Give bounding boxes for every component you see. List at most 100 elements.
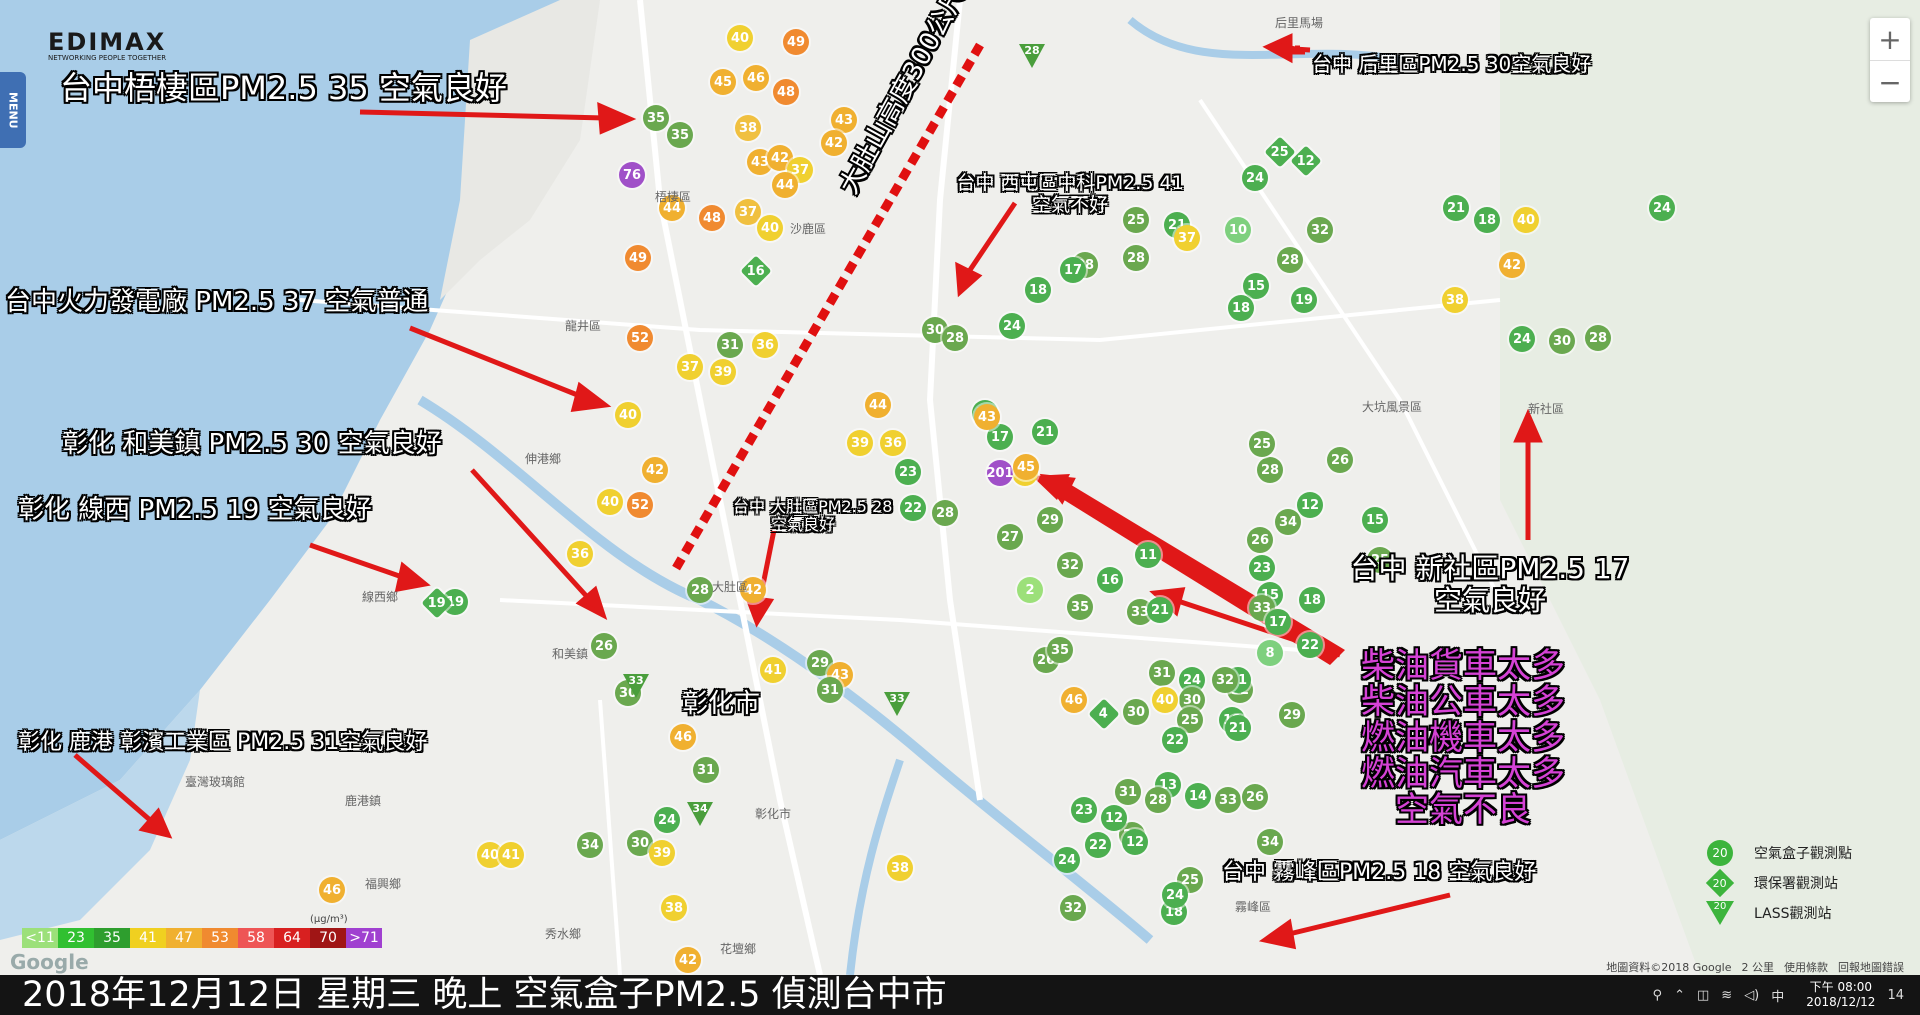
airbox-marker[interactable]: 27 bbox=[997, 524, 1023, 550]
airbox-marker[interactable]: 28 bbox=[1123, 245, 1149, 271]
airbox-marker[interactable]: 24 bbox=[999, 313, 1025, 339]
airbox-marker[interactable]: 24 bbox=[1509, 326, 1535, 352]
airbox-marker[interactable]: 30 bbox=[1549, 328, 1575, 354]
airbox-marker[interactable]: 28 bbox=[1257, 457, 1283, 483]
airbox-marker[interactable]: 41 bbox=[760, 657, 786, 683]
airbox-marker[interactable]: 21 bbox=[1443, 195, 1469, 221]
airbox-marker[interactable]: 28 bbox=[942, 325, 968, 351]
airbox-marker[interactable]: 23 bbox=[895, 459, 921, 485]
airbox-marker[interactable]: 32 bbox=[1307, 217, 1333, 243]
airbox-marker[interactable]: 34 bbox=[1275, 509, 1301, 535]
map-canvas[interactable]: 35 35 76 44 48 37 49 40 49 52 45 46 48 38 43 42 43 42 37 44… bbox=[0, 0, 1920, 975]
airbox-marker[interactable]: 49 bbox=[625, 245, 651, 271]
airbox-marker[interactable]: 18 bbox=[1299, 587, 1325, 613]
airbox-marker[interactable]: 8 bbox=[1257, 640, 1283, 666]
airbox-marker[interactable]: 41 bbox=[498, 842, 524, 868]
lass-station-marker[interactable]: 28 bbox=[1019, 44, 1045, 68]
airbox-marker[interactable]: 201 bbox=[986, 460, 1014, 486]
airbox-marker[interactable]: 31 bbox=[817, 677, 843, 703]
menu-button[interactable]: MENU bbox=[0, 72, 26, 148]
airbox-marker[interactable]: 24 bbox=[654, 807, 680, 833]
airbox-marker[interactable]: 18 bbox=[1025, 277, 1051, 303]
airbox-marker[interactable]: 22 bbox=[900, 495, 926, 521]
airbox-marker[interactable]: 46 bbox=[670, 724, 696, 750]
airbox-marker[interactable]: 21 bbox=[1147, 597, 1173, 623]
airbox-marker[interactable]: 37 bbox=[677, 354, 703, 380]
airbox-marker[interactable]: 32 bbox=[1212, 667, 1238, 693]
airbox-marker[interactable]: 36 bbox=[567, 541, 593, 567]
airbox-marker[interactable]: 37 bbox=[1174, 225, 1200, 251]
airbox-marker[interactable]: 35 bbox=[1067, 594, 1093, 620]
airbox-marker[interactable]: 37 bbox=[735, 199, 761, 225]
airbox-marker[interactable]: 34 bbox=[577, 832, 603, 858]
airbox-marker[interactable]: 46 bbox=[319, 877, 345, 903]
airbox-marker[interactable]: 38 bbox=[735, 115, 761, 141]
airbox-marker[interactable]: 32 bbox=[1057, 552, 1083, 578]
airbox-marker[interactable]: 45 bbox=[710, 69, 736, 95]
lass-station-marker[interactable]: 33 bbox=[884, 692, 910, 716]
airbox-marker[interactable]: 31 bbox=[1149, 660, 1175, 686]
airbox-marker[interactable]: 35 bbox=[643, 105, 669, 131]
airbox-marker[interactable]: 10 bbox=[1225, 217, 1251, 243]
airbox-marker[interactable]: 29 bbox=[1037, 507, 1063, 533]
airbox-marker[interactable]: 12 bbox=[1122, 829, 1148, 855]
airbox-marker[interactable]: 40 bbox=[1152, 687, 1178, 713]
airbox-marker[interactable]: 44 bbox=[865, 392, 891, 418]
airbox-marker[interactable]: 76 bbox=[619, 162, 645, 188]
airbox-marker[interactable]: 2 bbox=[1017, 577, 1043, 603]
airbox-marker[interactable]: 30 bbox=[1123, 699, 1149, 725]
airbox-marker[interactable]: 28 bbox=[1277, 247, 1303, 273]
airbox-marker[interactable]: 26 bbox=[1247, 527, 1273, 553]
airbox-marker[interactable]: 33 bbox=[1215, 787, 1241, 813]
airbox-marker[interactable]: 15 bbox=[1362, 507, 1388, 533]
airbox-marker[interactable]: 26 bbox=[1327, 447, 1353, 473]
airbox-marker[interactable]: 14 bbox=[1185, 783, 1211, 809]
airbox-marker[interactable]: 36 bbox=[880, 430, 906, 456]
airbox-marker[interactable]: 28 bbox=[1585, 325, 1611, 351]
airbox-marker[interactable]: 17 bbox=[1265, 609, 1291, 635]
terms-link[interactable]: 使用條款 bbox=[1784, 959, 1828, 975]
airbox-marker[interactable]: 31 bbox=[717, 332, 743, 358]
airbox-marker[interactable]: 19 bbox=[1291, 287, 1317, 313]
airbox-marker[interactable]: 39 bbox=[649, 840, 675, 866]
airbox-marker[interactable]: 31 bbox=[693, 757, 719, 783]
key-epa[interactable]: 20 環保署觀測站 bbox=[1700, 868, 1900, 898]
airbox-marker[interactable]: 48 bbox=[699, 205, 725, 231]
report-link[interactable]: 回報地圖錯誤 bbox=[1838, 959, 1904, 975]
airbox-marker[interactable]: 49 bbox=[783, 29, 809, 55]
airbox-marker[interactable]: 39 bbox=[710, 359, 736, 385]
airbox-marker[interactable]: 35 bbox=[667, 122, 693, 148]
airbox-marker[interactable]: 24 bbox=[1162, 882, 1188, 908]
airbox-marker[interactable]: 40 bbox=[615, 402, 641, 428]
volume-icon[interactable]: ◁) bbox=[1744, 988, 1759, 1003]
airbox-marker[interactable]: 43 bbox=[974, 404, 1000, 430]
airbox-marker[interactable]: 24 bbox=[1242, 165, 1268, 191]
airbox-marker[interactable]: 38 bbox=[1442, 287, 1468, 313]
airbox-marker[interactable]: 18 bbox=[1474, 207, 1500, 233]
airbox-marker[interactable]: 28 bbox=[1145, 787, 1171, 813]
airbox-marker[interactable]: 42 bbox=[821, 130, 847, 156]
airbox-marker[interactable]: 22 bbox=[1162, 727, 1188, 753]
airbox-marker[interactable]: 16 bbox=[1097, 567, 1123, 593]
airbox-marker[interactable]: 34 bbox=[1257, 829, 1283, 855]
airbox-marker[interactable]: 32 bbox=[1060, 895, 1086, 921]
airbox-marker[interactable]: 17 bbox=[1060, 257, 1086, 283]
airbox-marker[interactable]: 46 bbox=[1061, 687, 1087, 713]
wifi-icon[interactable]: ≋ bbox=[1721, 988, 1732, 1003]
notification-icon[interactable]: 14 bbox=[1887, 988, 1904, 1003]
zoom-in-button[interactable]: + bbox=[1870, 18, 1910, 61]
airbox-marker[interactable]: 29 bbox=[1279, 702, 1305, 728]
airbox-marker[interactable]: 35 bbox=[1047, 637, 1073, 663]
airbox-marker[interactable]: 40 bbox=[597, 489, 623, 515]
airbox-marker[interactable]: 52 bbox=[627, 325, 653, 351]
airbox-marker[interactable]: 40 bbox=[727, 25, 753, 51]
airbox-marker[interactable]: 42 bbox=[675, 947, 701, 973]
airbox-marker[interactable]: 26 bbox=[1242, 784, 1268, 810]
airbox-marker[interactable]: 12 bbox=[1297, 492, 1323, 518]
chevron-up-icon[interactable]: ⌃ bbox=[1674, 988, 1685, 1003]
airbox-marker[interactable]: 36 bbox=[752, 332, 778, 358]
airbox-marker[interactable]: 24 bbox=[1054, 847, 1080, 873]
airbox-marker[interactable]: 24 bbox=[1649, 195, 1675, 221]
airbox-marker[interactable]: 28 bbox=[932, 500, 958, 526]
airbox-marker[interactable]: 26 bbox=[591, 633, 617, 659]
